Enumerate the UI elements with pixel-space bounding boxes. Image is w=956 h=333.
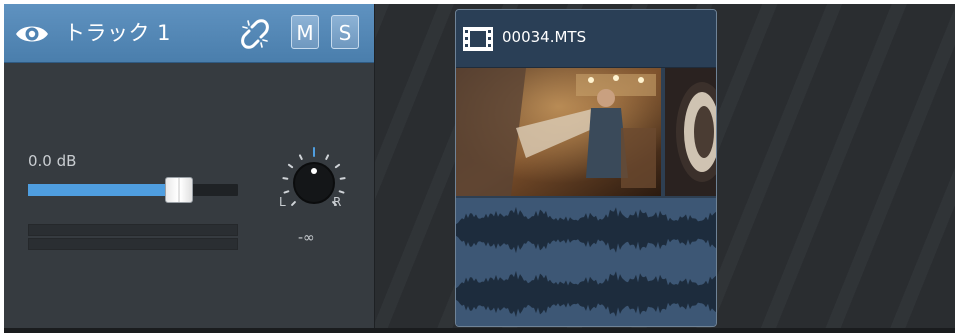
mute-button[interactable]: M: [291, 15, 319, 49]
pan-knob-tick: [283, 190, 290, 194]
pan-knob-tick: [298, 154, 303, 160]
clip-thumbnails: [456, 68, 716, 196]
pan-knob-tick: [291, 201, 296, 206]
volume-fader-fill: [28, 184, 180, 196]
gain-value: 0.0 dB: [28, 152, 77, 170]
waveform-channel: [456, 270, 716, 318]
pan-knob-tick: [334, 163, 341, 169]
pan-value: -∞: [298, 230, 315, 246]
track-header: トラック 1 M S 0.0 dB L R -∞: [4, 4, 375, 328]
pan-knob-tick: [282, 177, 289, 180]
pan-knob-tick: [338, 190, 345, 194]
solo-button[interactable]: S: [331, 15, 359, 49]
track-name[interactable]: トラック 1: [64, 18, 171, 48]
waveform-channel: [456, 206, 716, 254]
thumbnail-1: [456, 68, 661, 196]
pan-knob-tick: [325, 154, 330, 160]
eye-icon[interactable]: [14, 21, 50, 47]
pan-knob[interactable]: [274, 140, 354, 220]
volume-fader[interactable]: [28, 177, 238, 203]
pan-right-label: R: [333, 195, 342, 209]
clip-header: 00034.MTS: [456, 10, 716, 68]
pan-left-label: L: [279, 195, 286, 209]
pan-knob-tick: [339, 177, 346, 180]
clip-name: 00034.MTS: [502, 28, 587, 46]
level-meter-left: [28, 224, 238, 236]
level-meter-right: [28, 238, 238, 250]
unlink-icon[interactable]: [240, 19, 270, 49]
volume-fader-thumb[interactable]: [165, 177, 194, 203]
film-icon: [463, 27, 493, 51]
video-clip[interactable]: 00034.MTS: [455, 9, 717, 327]
editor-panel: トラック 1 M S 0.0 dB L R -∞ 00034.MTS: [4, 4, 955, 333]
timeline-area[interactable]: 00034.MTS: [375, 4, 955, 328]
track-titlebar: トラック 1 M S: [4, 4, 374, 63]
thumbnail-2: [665, 68, 716, 196]
pan-knob-tick: [287, 163, 294, 169]
audio-waveform: [456, 198, 716, 326]
bottom-border: [4, 328, 955, 333]
